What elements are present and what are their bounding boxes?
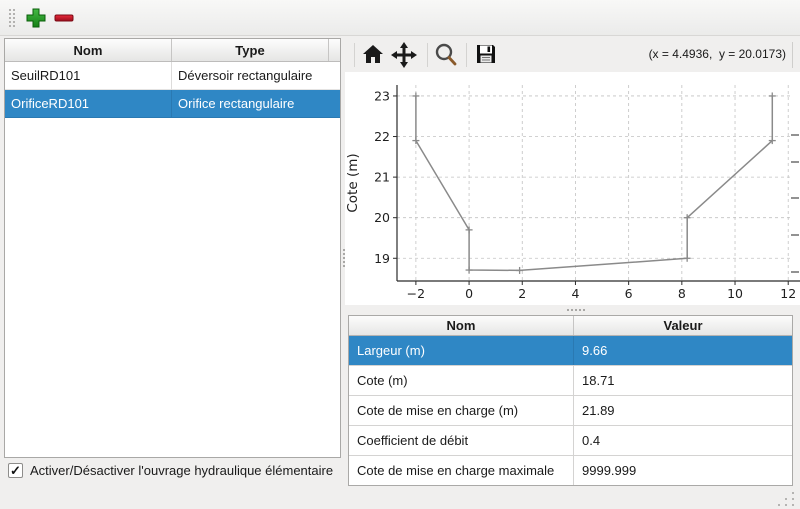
toolbar-separator — [466, 43, 467, 67]
profile-chart[interactable]: −2 0 2 4 6 8 10 12 19 20 21 22 23 Cote (m) — [345, 72, 800, 305]
minus-icon — [52, 6, 76, 30]
home-button[interactable] — [360, 42, 386, 68]
property-row[interactable]: Largeur (m)9.66 — [349, 336, 792, 366]
toolbar-separator — [354, 43, 355, 67]
enable-structure-checkbox[interactable]: ✓ — [8, 463, 23, 478]
save-icon — [474, 42, 498, 66]
window-resize-grip[interactable] — [792, 492, 794, 494]
y-axis-label: Cote (m) — [345, 153, 361, 212]
y-tick-label: 21 — [374, 170, 390, 185]
structure-type[interactable]: Déversoir rectangulaire — [172, 62, 340, 90]
toolbar-separator — [792, 42, 793, 68]
property-value[interactable]: 0.4 — [574, 426, 792, 455]
horizontal-splitter[interactable] — [345, 305, 800, 315]
pan-icon — [391, 42, 417, 68]
y-tick-label: 20 — [374, 210, 390, 225]
x-tick-label: 2 — [518, 286, 526, 301]
column-header-nom[interactable]: Nom — [349, 316, 574, 335]
zoom-button[interactable] — [433, 42, 459, 68]
column-header-type[interactable]: Type — [172, 39, 329, 61]
property-row[interactable]: Cote de mise en charge (m)21.89 — [349, 396, 792, 426]
property-name: Cote (m) — [349, 366, 574, 395]
structures-table: Nom Type SeuilRD101Déversoir rectangulai… — [4, 38, 341, 458]
home-icon — [361, 42, 385, 66]
zoom-icon — [433, 42, 459, 68]
y-tick-label: 19 — [374, 251, 390, 266]
top-toolbar — [0, 0, 800, 36]
x-tick-label: 4 — [571, 286, 579, 301]
property-name: Largeur (m) — [349, 336, 574, 365]
structures-table-header: Nom Type — [5, 39, 340, 62]
app-window: Nom Type SeuilRD101Déversoir rectangulai… — [0, 0, 800, 509]
column-header-valeur[interactable]: Valeur — [574, 316, 792, 335]
plus-icon — [24, 6, 48, 30]
enable-structure-label: Activer/Désactiver l'ouvrage hydraulique… — [30, 463, 333, 478]
x-tick-label: 8 — [678, 286, 686, 301]
property-value[interactable]: 9999.999 — [574, 456, 792, 485]
save-button[interactable] — [473, 42, 499, 68]
properties-table-header: Nom Valeur — [349, 316, 792, 336]
toolbar-drag-handle[interactable] — [9, 9, 11, 11]
property-name: Coefficient de débit — [349, 426, 574, 455]
property-row[interactable]: Coefficient de débit0.4 — [349, 426, 792, 456]
horizontal-splitter-handle[interactable] — [567, 309, 569, 311]
cross-section-plot[interactable]: −2 0 2 4 6 8 10 12 19 20 21 22 23 Cote (m) — [345, 72, 800, 305]
column-header-filler — [329, 39, 340, 61]
structure-name[interactable]: SeuilRD101 — [5, 62, 172, 90]
x-tick-label: 6 — [625, 286, 633, 301]
property-row[interactable]: Cote de mise en charge maximale9999.999 — [349, 456, 792, 485]
add-button[interactable] — [24, 6, 48, 30]
property-row[interactable]: Cote (m)18.71 — [349, 366, 792, 396]
structure-row[interactable]: SeuilRD101Déversoir rectangulaire — [5, 62, 340, 90]
remove-button[interactable] — [52, 6, 76, 30]
property-name: Cote de mise en charge maximale — [349, 456, 574, 485]
y-tick-label: 23 — [374, 88, 390, 103]
pan-button[interactable] — [391, 42, 417, 68]
x-tick-label: −2 — [407, 286, 425, 301]
cursor-coordinates: (x = 4.4936, y = 20.0173) — [649, 47, 786, 61]
property-value[interactable]: 21.89 — [574, 396, 792, 425]
property-name: Cote de mise en charge (m) — [349, 396, 574, 425]
structure-type[interactable]: Orifice rectangulaire — [172, 90, 340, 118]
x-tick-label: 12 — [780, 286, 796, 301]
y-tick-label: 22 — [374, 129, 390, 144]
property-value[interactable]: 9.66 — [574, 336, 792, 365]
property-value[interactable]: 18.71 — [574, 366, 792, 395]
plot-toolbar: (x = 4.4936, y = 20.0173) — [345, 38, 800, 72]
enable-structure-row[interactable]: ✓ Activer/Désactiver l'ouvrage hydrauliq… — [8, 463, 333, 478]
structure-name[interactable]: OrificeRD101 — [5, 90, 172, 118]
column-header-nom[interactable]: Nom — [5, 39, 172, 61]
toolbar-separator — [427, 43, 428, 67]
properties-table: Nom Valeur Largeur (m)9.66Cote (m)18.71C… — [348, 315, 793, 486]
structure-row[interactable]: OrificeRD101Orifice rectangulaire — [5, 90, 340, 118]
x-tick-label: 0 — [465, 286, 473, 301]
x-tick-label: 10 — [727, 286, 743, 301]
